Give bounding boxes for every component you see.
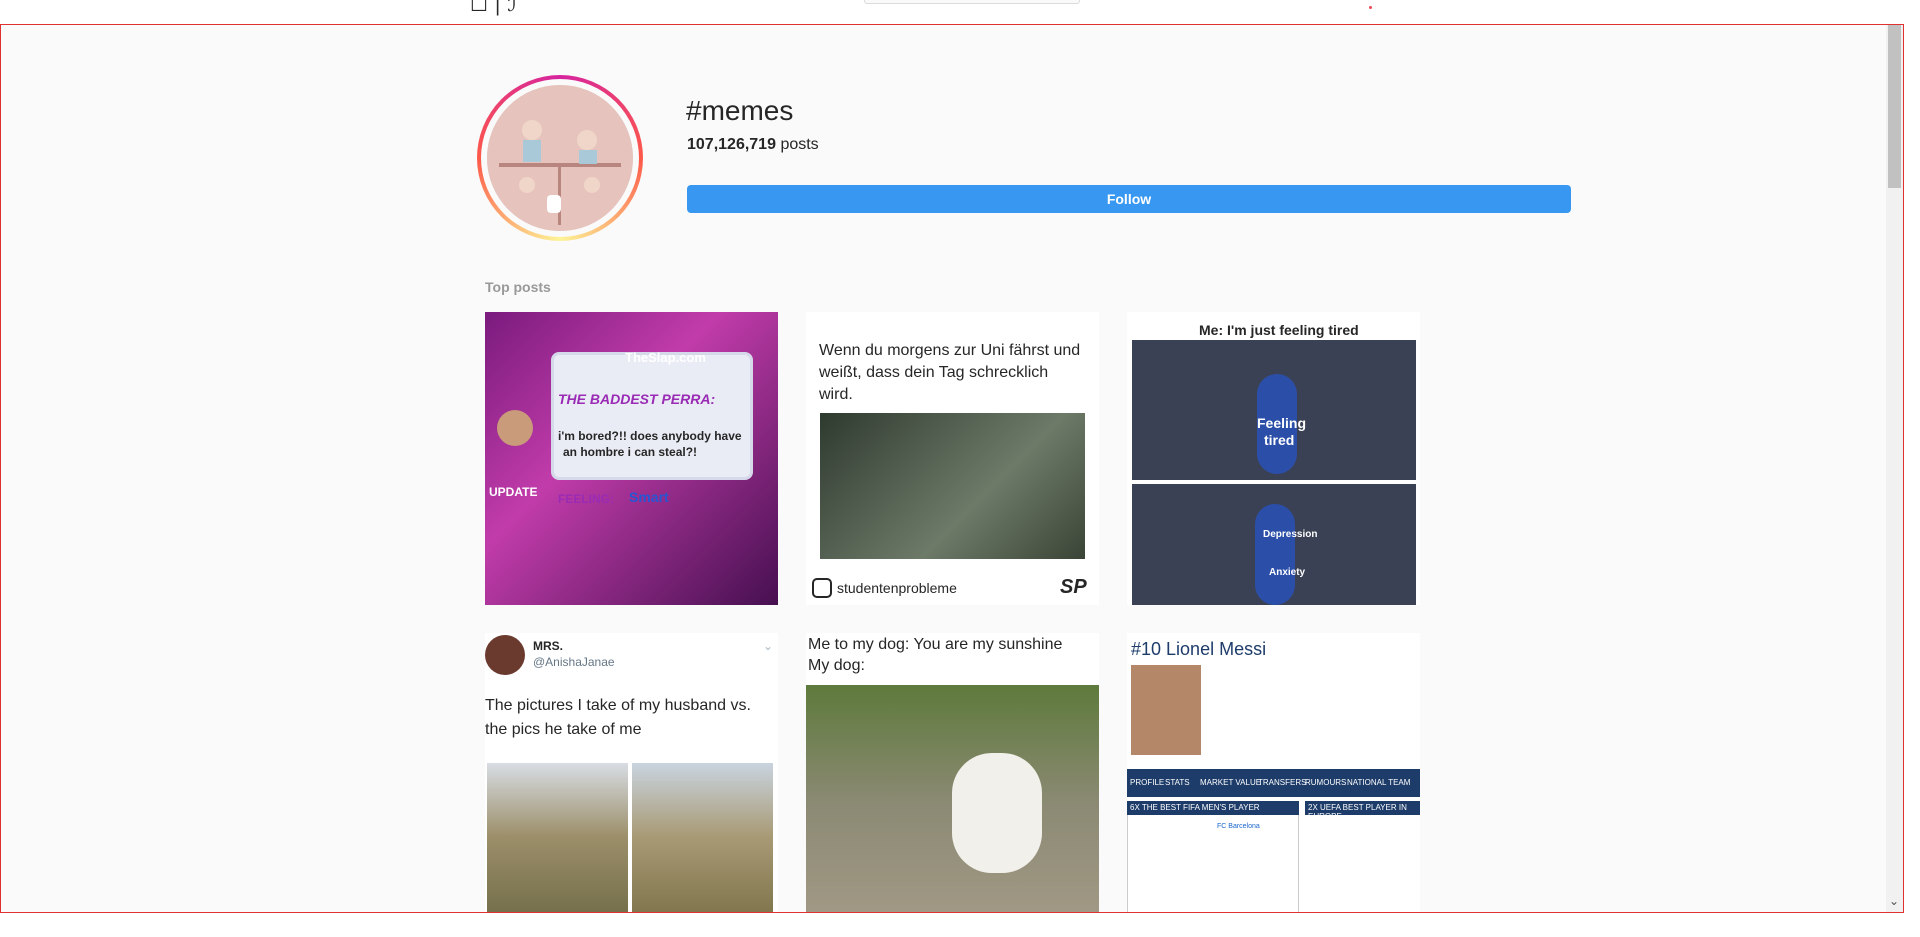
post-dog <box>952 753 1042 873</box>
post-card <box>551 352 753 480</box>
post-avatar <box>485 635 525 675</box>
post-title: #10 Lionel Messi <box>1131 639 1267 659</box>
post-stat-club: FC Barcelona <box>1217 823 1260 830</box>
post-thumbnail[interactable]: Wenn du morgens zur Uni fährst und weißt… <box>806 312 1099 605</box>
post-nav-item: NATIONAL TEAM <box>1347 778 1411 787</box>
post-overlay-text: Anxiety <box>1269 567 1306 578</box>
post-author: MRS. <box>533 639 563 653</box>
hashtag-title: #memes <box>686 95 794 126</box>
post-count-label: posts <box>780 136 819 153</box>
post-thumbnail[interactable]: Me to my dog: You are my sunshine My dog… <box>806 633 1099 912</box>
post-nav-item: PROFILE <box>1130 778 1165 787</box>
post-thumbnail[interactable]: Me: I'm just feeling tired Feeling tired… <box>1127 312 1420 605</box>
post-text-line: Me to my dog: You are my sunshine <box>808 636 1063 653</box>
post-handle: @AnishaJanae <box>533 655 615 669</box>
follow-button[interactable]: Follow <box>687 185 1571 213</box>
post-overlay-text: Feeling <box>1257 415 1307 431</box>
post-thumbnail[interactable]: MRS. @AnishaJanae ⌄ The pictures I take … <box>485 633 778 912</box>
post-photo <box>820 413 1085 559</box>
post-text-line: weißt, dass dein Tag schrecklich <box>819 364 1049 381</box>
notification-dot <box>1369 6 1372 9</box>
post-text-line: My dog: <box>808 657 865 674</box>
post-text-line: The pictures I take of my husband vs. <box>485 697 751 714</box>
post-overlay-text: tired <box>1264 432 1295 448</box>
top-posts-label: Top posts <box>485 279 551 295</box>
post-thumbnail[interactable]: #10 Lionel Messi PROFILE STATS MARKET VA… <box>1127 633 1420 912</box>
post-text-line: the pics he take of me <box>485 721 642 738</box>
post-stat-box-left <box>1127 801 1299 912</box>
hashtag-page: ⌄ #memes 107,126,719 posts Follow Top po… <box>0 24 1904 913</box>
avatar-image <box>487 85 633 231</box>
post-logo-text: TheSlap.com <box>625 350 706 365</box>
hashtag-avatar <box>477 75 643 241</box>
search-input[interactable] <box>864 0 1080 4</box>
post-overlay-text: Depression <box>1263 529 1318 540</box>
post-count: 107,126,719 posts <box>687 136 819 154</box>
post-photo-right <box>632 763 773 912</box>
post-text-line: wird. <box>819 386 853 403</box>
top-navigation-bar: ☐ | ℐ <box>0 0 1920 24</box>
chevron-down-icon: ⌄ <box>763 639 774 653</box>
scroll-down-icon[interactable]: ⌄ <box>1889 894 1899 908</box>
post-nav-item: TRANSFERS <box>1258 778 1307 787</box>
post-stat-title: 2X UEFA BEST PLAYER IN EUROPE <box>1308 803 1407 821</box>
post-thumbnail[interactable]: TheSlap.com THE BADDEST PERRA: i'm bored… <box>485 312 778 605</box>
post-caption: Me: I'm just feeling tired <box>1199 322 1359 338</box>
post-text-line: an hombre i can steal?! <box>563 445 698 459</box>
post-nav-item: RUMOURS <box>1305 778 1347 787</box>
post-character <box>1255 504 1295 605</box>
post-handle: studentenprobleme <box>837 580 957 596</box>
post-text-line: Wenn du morgens zur Uni fährst und <box>819 342 1081 359</box>
post-stat-title: 6X THE BEST FIFA MEN'S PLAYER <box>1130 803 1260 812</box>
post-nav-item: STATS <box>1165 778 1190 787</box>
post-feeling-value: Smart <box>629 489 669 505</box>
post-count-value: 107,126,719 <box>687 136 776 153</box>
post-text-title: THE BADDEST PERRA: <box>558 391 716 407</box>
scrollbar[interactable]: ⌄ <box>1886 25 1903 912</box>
avatar-border <box>481 79 639 237</box>
post-player-photo <box>1131 665 1201 755</box>
avatar-illustration <box>487 85 633 231</box>
instagram-icon <box>812 578 832 598</box>
post-update-label: UPDATE <box>489 485 538 499</box>
instagram-logo[interactable]: ☐ | ℐ <box>470 0 517 16</box>
post-text-line: i'm bored?!! does anybody have <box>558 429 742 443</box>
post-avatar <box>497 410 533 446</box>
post-photo-left <box>487 763 628 912</box>
post-nav-item: MARKET VALUE <box>1200 778 1262 787</box>
post-sp-logo: SP <box>1060 576 1087 598</box>
post-feeling-label: FEELING: <box>558 492 614 506</box>
scrollbar-thumb[interactable] <box>1888 25 1901 188</box>
